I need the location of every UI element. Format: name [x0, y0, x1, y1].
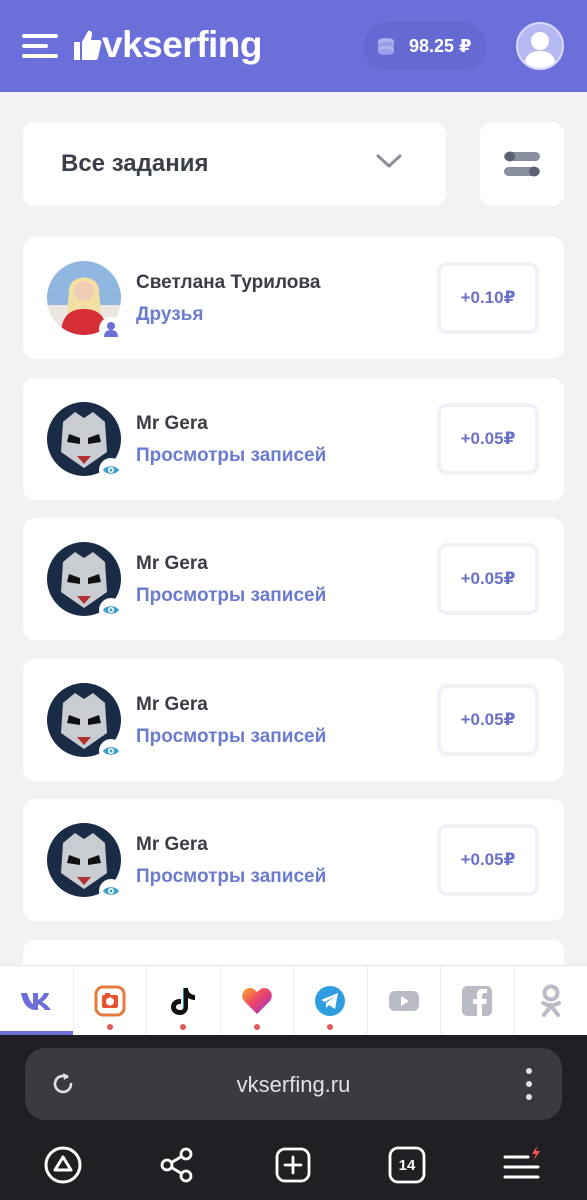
filter-settings-button[interactable] — [480, 122, 564, 206]
task-card[interactable]: Mr Gera Просмотры записей +0.05₽ — [23, 518, 564, 640]
task-type-label: Просмотры записей — [136, 585, 327, 606]
filter-selected-label: Все задания — [61, 150, 209, 177]
task-card[interactable]: Светлана Турилова Друзья +0.10₽ — [23, 237, 564, 359]
notification-dot — [327, 1024, 334, 1030]
tab-likee[interactable] — [221, 966, 294, 1035]
tab-instagram[interactable] — [74, 966, 147, 1035]
address-bar[interactable]: vkserfing.ru — [25, 1048, 562, 1120]
tab-count: 14 — [398, 1156, 416, 1174]
vk-icon — [21, 992, 52, 1010]
task-reward-button[interactable]: +0.05₽ — [437, 403, 539, 475]
task-filter-dropdown[interactable]: Все задания — [23, 122, 446, 206]
task-author-name: Mr Gera — [136, 694, 208, 715]
odnoklassniki-icon — [540, 984, 561, 1017]
task-type-label: Просмотры записей — [136, 866, 327, 887]
eye-icon — [99, 739, 123, 763]
coins-icon — [378, 38, 394, 55]
browser-menu-button[interactable] — [501, 1143, 545, 1187]
profile-avatar[interactable] — [516, 22, 564, 70]
youtube-icon — [388, 990, 419, 1011]
task-author-name: Mr Gera — [136, 834, 208, 855]
balance-amount: 98.25 ₽ — [409, 35, 472, 56]
tab-vk[interactable] — [0, 966, 74, 1035]
eye-icon — [99, 458, 123, 482]
task-reward-button[interactable]: +0.05₽ — [437, 543, 539, 615]
notification-dot — [106, 1024, 113, 1030]
share-button[interactable] — [155, 1143, 199, 1187]
filter-settings-icon — [504, 151, 540, 177]
likee-icon — [241, 987, 272, 1014]
task-card[interactable]: Mr Gera Просмотры записей +0.05₽ — [23, 659, 564, 781]
logo-text: vkserfing — [102, 24, 263, 65]
url-text: vkserfing.ru — [236, 1072, 351, 1097]
alice-button[interactable] — [41, 1143, 85, 1187]
tab-facebook[interactable] — [441, 966, 515, 1035]
facebook-icon — [462, 985, 493, 1016]
task-type-label: Просмотры записей — [136, 445, 327, 466]
logo[interactable]: vkserfing — [72, 22, 263, 68]
tab-odnoklassniki[interactable] — [515, 966, 587, 1035]
new-tab-icon — [275, 1147, 311, 1183]
thumbs-up-icon — [74, 30, 102, 60]
task-type-label: Просмотры записей — [136, 726, 327, 747]
share-icon — [160, 1147, 193, 1183]
telegram-icon — [315, 985, 346, 1016]
menu-icon — [503, 1146, 540, 1179]
user-avatar-icon — [524, 32, 556, 68]
task-author-name: Mr Gera — [136, 413, 208, 434]
tab-youtube[interactable] — [368, 966, 441, 1035]
task-type-label: Друзья — [136, 304, 204, 325]
task-card[interactable]: Mr Gera Просмотры записей +0.05₽ — [23, 378, 564, 500]
new-tab-button[interactable] — [271, 1143, 315, 1187]
social-network-tabs — [0, 965, 587, 1035]
balance-button[interactable]: 98.25 ₽ — [362, 20, 488, 72]
instagram-icon — [94, 985, 126, 1016]
task-reward-button[interactable]: +0.05₽ — [437, 684, 539, 756]
eye-icon — [99, 598, 123, 622]
chevron-down-icon — [376, 154, 402, 168]
tabs-button[interactable]: 14 — [385, 1143, 429, 1187]
task-author-name: Светлана Турилова — [136, 272, 321, 293]
task-author-name: Mr Gera — [136, 553, 208, 574]
eye-icon — [99, 879, 123, 903]
task-reward-button[interactable]: +0.05₽ — [437, 824, 539, 896]
notification-dot — [253, 1024, 260, 1030]
more-vertical-icon[interactable] — [523, 1068, 535, 1100]
tab-tiktok[interactable] — [147, 966, 221, 1035]
notification-dot — [180, 1024, 187, 1030]
person-icon — [99, 317, 123, 341]
alice-icon — [44, 1146, 82, 1184]
tiktok-icon — [171, 987, 196, 1015]
app-header: vkserfing 98.25 ₽ — [0, 0, 587, 92]
task-reward-button[interactable]: +0.10₽ — [437, 262, 539, 334]
task-card[interactable]: Mr Gera Просмотры записей +0.05₽ — [23, 799, 564, 921]
hamburger-icon[interactable] — [22, 32, 58, 60]
browser-toolbar: vkserfing.ru 14 — [0, 1035, 587, 1200]
tab-telegram[interactable] — [294, 966, 368, 1035]
